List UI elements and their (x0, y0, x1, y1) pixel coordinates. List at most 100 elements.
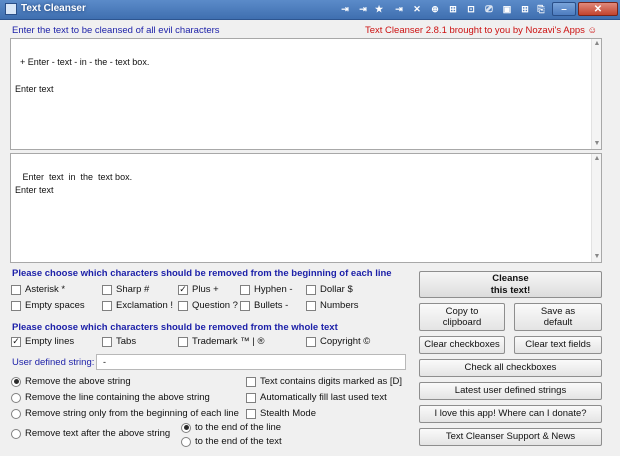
radio-icon[interactable] (181, 422, 191, 433)
output-text: Enter text in the text box. Enter text (15, 171, 133, 196)
checkbox-icon[interactable] (11, 300, 21, 311)
checkbox-icon[interactable]: ✓ (178, 284, 188, 295)
titlebar-tool-icon[interactable]: ⊡ (464, 2, 478, 16)
extra-checkbox[interactable]: Text contains digits marked as [D] (246, 376, 402, 387)
titlebar-tool-icon[interactable]: ⇥ (392, 2, 406, 16)
cleanse-button[interactable]: Cleanse this text! (419, 271, 602, 298)
close-button[interactable]: ✕ (578, 2, 618, 16)
save-as-default-button[interactable]: Save as default (514, 303, 602, 331)
checkbox-beginning[interactable]: Asterisk * (11, 284, 65, 295)
checkbox-icon[interactable] (306, 284, 316, 295)
checkbox-label: Empty spaces (25, 300, 85, 311)
title-bar[interactable]: Text Cleanser ⇥ ⇥ ★ ⇥ ✕ ⊕ ⊞ ⊡ ⎚ ▣ ⊞ ⎘ – ✕ (0, 0, 620, 20)
checkbox-label: Trademark ™ | ® (192, 336, 265, 347)
scroll-up-icon[interactable]: ▲ (593, 155, 601, 163)
checkbox-icon[interactable] (240, 300, 250, 311)
check-all-button[interactable]: Check all checkboxes (419, 359, 602, 377)
checkbox-icon[interactable] (11, 284, 21, 295)
app-credit: Text Cleanser 2.8.1 brought to you by No… (365, 25, 598, 36)
section-whole-title: Please choose which characters should be… (12, 322, 338, 333)
radio-icon[interactable] (181, 436, 191, 447)
radio-icon[interactable] (11, 376, 21, 387)
sub-radio-option[interactable]: to the end of the line (181, 422, 281, 433)
titlebar-tool-icon[interactable]: ⇥ (338, 2, 352, 16)
checkbox-label: Exclamation ! (116, 300, 174, 311)
titlebar-tool-icon[interactable]: ⎚ (482, 2, 496, 16)
radio-icon[interactable] (11, 428, 21, 439)
radio-option[interactable]: Remove string only from the beginning of… (11, 408, 239, 419)
extra-checkbox[interactable]: Stealth Mode (246, 408, 316, 419)
checkbox-icon[interactable] (178, 336, 188, 347)
minimize-button[interactable]: – (552, 2, 576, 16)
checkbox-beginning[interactable]: Sharp # (102, 284, 149, 295)
radio-option[interactable]: Remove text after the above string (11, 428, 170, 439)
radio-label: Remove text after the above string (25, 428, 171, 439)
radio-label: Remove the above string (25, 376, 131, 387)
radio-label: to the end of the text (195, 436, 282, 447)
titlebar-tool-icon[interactable]: ⊕ (428, 2, 442, 16)
scroll-up-icon[interactable]: ▲ (593, 40, 601, 48)
checkbox-beginning[interactable]: ✓ Plus + (178, 284, 219, 295)
user-defined-input[interactable]: - (96, 354, 406, 370)
checkbox-icon[interactable] (246, 376, 256, 387)
radio-icon[interactable] (11, 408, 21, 419)
window-title: Text Cleanser (21, 3, 86, 14)
checkbox-icon[interactable] (246, 392, 256, 403)
radio-label: to the end of the line (195, 422, 282, 433)
checkbox-icon[interactable] (178, 300, 188, 311)
output-scrollbar[interactable]: ▲ ▼ (591, 154, 601, 262)
titlebar-tool-icon[interactable]: ⊞ (446, 2, 460, 16)
checkbox-icon[interactable]: ✓ (11, 336, 21, 347)
extra-checkbox[interactable]: Automatically fill last used text (246, 392, 387, 403)
checkbox-icon[interactable] (240, 284, 250, 295)
checkbox-beginning[interactable]: Hyphen - (240, 284, 293, 295)
checkbox-label: Stealth Mode (260, 408, 316, 419)
checkbox-whole[interactable]: Tabs (102, 336, 136, 347)
checkbox-label: Copyright © (320, 336, 371, 347)
titlebar-tool-icon[interactable]: ⎘ (534, 2, 548, 16)
radio-option[interactable]: Remove the line containing the above str… (11, 392, 210, 403)
checkbox-label: Sharp # (116, 284, 150, 295)
checkbox-whole[interactable]: Copyright © (306, 336, 370, 347)
radio-icon[interactable] (11, 392, 21, 403)
titlebar-tool-icon[interactable]: ★ (372, 2, 386, 16)
scroll-down-icon[interactable]: ▼ (593, 253, 601, 261)
titlebar-tool-icon[interactable]: ⇥ (356, 2, 370, 16)
checkbox-icon[interactable] (102, 300, 112, 311)
input-scrollbar[interactable]: ▲ ▼ (591, 39, 601, 149)
copy-to-clipboard-button[interactable]: Copy to clipboard (419, 303, 505, 331)
checkbox-beginning[interactable]: Question ? (178, 300, 238, 311)
support-news-button[interactable]: Text Cleanser Support & News (419, 428, 602, 446)
output-textarea[interactable]: Enter text in the text box. Enter text ▲… (10, 153, 602, 263)
checkbox-icon[interactable] (306, 336, 316, 347)
checkbox-label: Asterisk * (25, 284, 66, 295)
checkbox-label: Numbers (320, 300, 359, 311)
checkbox-beginning[interactable]: Dollar $ (306, 284, 353, 295)
titlebar-tool-icon[interactable]: ⊞ (518, 2, 532, 16)
checkbox-beginning[interactable]: Exclamation ! (102, 300, 173, 311)
sub-radio-option[interactable]: to the end of the text (181, 436, 282, 447)
titlebar-tool-icon[interactable]: ▣ (500, 2, 514, 16)
checkbox-icon[interactable] (102, 336, 112, 347)
scroll-down-icon[interactable]: ▼ (593, 140, 601, 148)
checkbox-beginning[interactable]: Numbers (306, 300, 359, 311)
checkbox-icon[interactable] (102, 284, 112, 295)
checkbox-whole[interactable]: ✓ Empty lines (11, 336, 74, 347)
radio-label: Remove string only from the beginning of… (25, 408, 239, 419)
radio-option[interactable]: Remove the above string (11, 376, 131, 387)
checkbox-icon[interactable] (246, 408, 256, 419)
checkbox-label: Plus + (192, 284, 219, 295)
checkbox-label: Automatically fill last used text (260, 392, 387, 403)
checkbox-label: Bullets - (254, 300, 289, 311)
checkbox-icon[interactable] (306, 300, 316, 311)
checkbox-beginning[interactable]: Bullets - (240, 300, 288, 311)
clear-checkboxes-button[interactable]: Clear checkboxes (419, 336, 505, 354)
donate-button[interactable]: I love this app! Where can I donate? (419, 405, 602, 423)
clear-text-fields-button[interactable]: Clear text fields (514, 336, 602, 354)
section-beginning-title: Please choose which characters should be… (12, 268, 392, 279)
titlebar-tool-icon[interactable]: ✕ (410, 2, 424, 16)
input-textarea[interactable]: + Enter - text - in - the - text box. En… (10, 38, 602, 150)
latest-strings-button[interactable]: Latest user defined strings (419, 382, 602, 400)
checkbox-whole[interactable]: Trademark ™ | ® (178, 336, 264, 347)
checkbox-beginning[interactable]: Empty spaces (11, 300, 85, 311)
